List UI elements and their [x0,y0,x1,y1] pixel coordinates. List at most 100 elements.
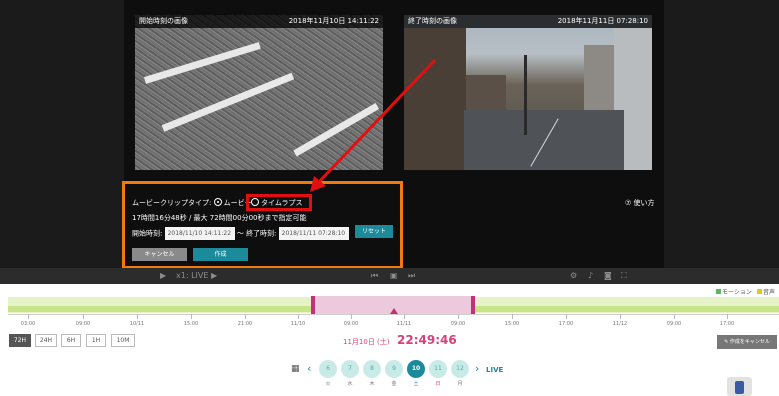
day-button[interactable]: 8 [363,360,381,378]
live-link[interactable]: LIVE [486,366,503,374]
timeline-tick [512,314,513,319]
skip-back-icon[interactable]: ⏮ [371,271,378,281]
timelapse-highlight [246,194,312,211]
day-button[interactable]: 11 [429,360,447,378]
radio-movie[interactable] [213,198,222,206]
range-button-6h[interactable]: 6H [61,334,81,347]
end-time-label: 終了時刻: [246,229,277,238]
prev-week-icon[interactable]: ‹ [307,362,311,375]
app-thumbnail-icon[interactable] [727,377,752,396]
tick-label: 17:00 [558,321,574,327]
timeline-tick [245,314,246,319]
tick-label: 10/11 [129,321,145,327]
timeline-tick [458,314,459,319]
timeline-tick [298,314,299,319]
cancel-create-button[interactable]: ✎ 作成をキャンセル [717,335,777,349]
timeline-tick [674,314,675,319]
howto-link[interactable]: ⑦ 使い方 [625,198,655,208]
viewer-left-margin [0,0,124,268]
timeline-tick [191,314,192,319]
tick-label: 09:00 [343,321,359,327]
tick-label: 09:00 [75,321,91,327]
road-marking [143,42,261,84]
tick-label: 11/10 [290,321,306,327]
range-button-1h[interactable]: 1H [86,334,106,347]
timeline-tick [727,314,728,319]
motion-swatch [716,289,721,294]
selection-end-handle[interactable] [471,296,475,314]
start-image-header: 開始時刻の画像 2018年11月10日 14:11:22 [135,15,383,28]
cancel-create-label: 作成をキャンセル [729,339,770,345]
time-range-row: 開始時刻: 2018/11/10 14:11:22 〜 終了時刻: 2018/1… [132,227,349,240]
calendar-icon[interactable]: ▦ [291,364,300,374]
cancel-button[interactable]: キャンセル [132,248,187,261]
timeline-tick [28,314,29,319]
fullscreen-icon[interactable]: ⛶ [621,271,627,281]
selection-start-handle[interactable] [311,296,315,314]
weekday-label: 月 [457,381,463,387]
day-button[interactable]: 6 [319,360,337,378]
create-button[interactable]: 作成 [193,248,248,261]
current-date: 11月10日 (土) [343,338,390,346]
street-pole [524,55,527,135]
building [584,45,614,115]
end-time-input[interactable]: 2018/11/11 07:28:10 [278,227,349,240]
weekday-label: 木 [369,381,375,387]
legend-motion-label: モーション [722,289,752,296]
weekday-label: 金 [391,381,397,387]
timeline-tick [620,314,621,319]
timeline-tick [137,314,138,319]
camera-icon[interactable]: ◙ [604,271,612,281]
weekday-label: 土 [413,381,419,387]
tick-label: 11/12 [612,321,628,327]
start-image-label: 開始時刻の画像 [139,17,188,25]
tick-label: 09:00 [450,321,466,327]
tick-label: 21:00 [237,321,253,327]
tick-label: 09:00 [666,321,682,327]
tick-label: 17:00 [719,321,735,327]
sound-swatch [757,289,762,294]
road-marking [161,72,295,132]
howto-label[interactable]: 使い方 [634,199,655,207]
end-camera-image: 終了時刻の画像 2018年11月11日 07:28:10 [404,15,652,170]
snapshot-icon[interactable]: ▣ [390,271,398,281]
timeline-tick [83,314,84,319]
end-image-timestamp: 2018年11月11日 07:28:10 [557,17,648,25]
range-button-72h[interactable]: 72H [9,334,31,347]
legend-sound: 音声 [757,287,775,296]
clip-type-row: ムービークリップタイプ: ムービー [132,198,252,208]
road-marking [293,102,380,157]
volume-icon[interactable]: ♪ [588,271,593,281]
day-button[interactable]: 7 [341,360,359,378]
current-time: 22:49:46 [397,333,457,347]
start-time-input[interactable]: 2018/11/10 14:11:22 [164,227,235,240]
speed-indicator[interactable]: x1: LIVE ▶ [176,271,217,281]
next-week-icon[interactable]: › [475,362,479,375]
tick-label: 03:00 [20,321,36,327]
speed-label: x1: [176,271,189,280]
day-button[interactable]: 9 [385,360,403,378]
start-time-label: 開始時刻: [132,229,163,238]
start-image-timestamp: 2018年11月10日 14:11:22 [288,17,379,25]
tick-label: 15:00 [183,321,199,327]
live-label: LIVE [191,271,209,280]
help-icon: ⑦ [625,199,632,207]
range-button-24h[interactable]: 24H [35,334,57,347]
weekday-label: 火 [325,381,331,387]
skip-forward-icon[interactable]: ⏭ [408,271,415,281]
range-button-10m[interactable]: 10M [111,334,135,347]
tick-label: 15:00 [504,321,520,327]
day-button-selected[interactable]: 10 [407,360,425,378]
reset-button[interactable]: リセット [355,225,393,238]
weekday-label: 水 [347,381,353,387]
timeline-tick [351,314,352,319]
tilde-separator: 〜 [236,229,244,238]
player-control-bar: ▶ x1: LIVE ▶ ⏮ ▣ ⏭ ⚙ ♪ ◙ ⛶ [0,268,779,284]
end-image-label: 終了時刻の画像 [408,17,457,25]
timeline-tick [404,314,405,319]
day-button[interactable]: 12 [451,360,469,378]
start-camera-image: 開始時刻の画像 2018年11月10日 14:11:22 [135,15,383,170]
gear-icon[interactable]: ⚙ [570,271,577,281]
end-image-header: 終了時刻の画像 2018年11月11日 07:28:10 [404,15,652,28]
play-icon[interactable]: ▶ [160,271,166,281]
